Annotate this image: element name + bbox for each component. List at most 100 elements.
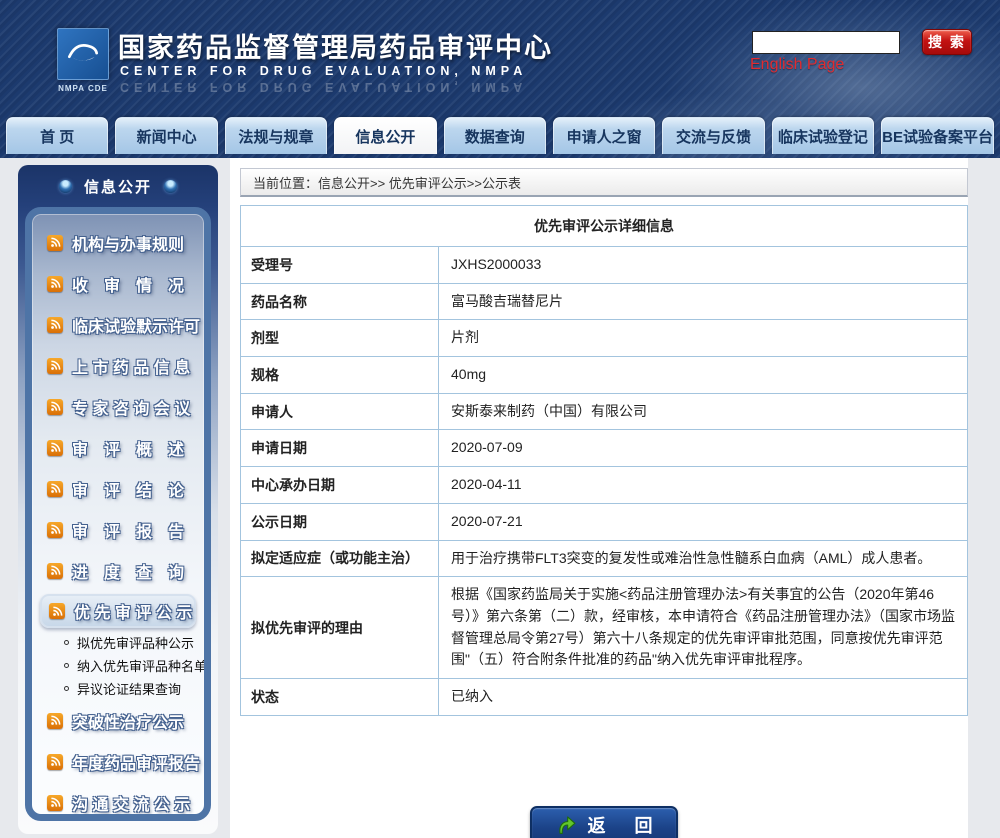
sidebar-subitem-label: 纳入优先审评品种名单 (77, 659, 208, 674)
row-label: 中心承办日期 (240, 466, 439, 504)
sidebar: 信息公开 机构与办事规则 收 审 情 况 临床试验默示许可 上 市 药 品 信 … (18, 165, 218, 834)
sidebar-item-review-conclusion[interactable]: 审 评 结 论 (32, 468, 204, 509)
row-value: 用于治疗携带FLT3突变的复发性或难治性急性髓系白血病（AML）成人患者。 (438, 539, 968, 578)
rss-icon (47, 357, 63, 374)
sidebar-item-breakthrough-therapy[interactable]: 突破性治疗公示 (32, 700, 204, 741)
sidebar-item-clinical-implied-license[interactable]: 临床试验默示许可 (32, 304, 204, 345)
logo-caption: NMPA CDE (58, 84, 108, 93)
breadcrumb: 当前位置：信息公开>> 优先审评公示>>公示表 (240, 168, 968, 197)
table-title-row: 优先审评公示详细信息 (240, 205, 968, 247)
row-value: 2020-07-21 (438, 502, 968, 541)
tab-regulations[interactable]: 法规与规章 (224, 117, 328, 154)
sidebar-item-annual-report[interactable]: 年度药品审评报告 (32, 741, 204, 782)
sidebar-header-label: 信息公开 (83, 178, 152, 196)
site-subtitle-reflection: CENTER FOR DRUG EVALUATION, NMPA (120, 80, 528, 94)
table-row: 剂型 片剂 (240, 319, 968, 358)
sidebar-item-label: 突破性治疗公示 (72, 714, 185, 732)
rss-icon (47, 439, 63, 456)
sidebar-item-org-rules[interactable]: 机构与办事规则 (32, 222, 204, 263)
sidebar-panel: 机构与办事规则 收 审 情 况 临床试验默示许可 上 市 药 品 信 息 专 家… (25, 207, 211, 821)
sidebar-item-communication-publicity[interactable]: 沟 通 交 流 公 示 (32, 782, 204, 814)
button-area: 返 回 (240, 790, 968, 838)
sidebar-item-label: 审 评 结 论 (72, 482, 185, 500)
sidebar-subitem-label: 异议论证结果查询 (77, 682, 182, 697)
sidebar-item-label: 年度药品审评报告 (72, 755, 201, 773)
main-nav: 首 页 新闻中心 法规与规章 信息公开 数据查询 申请人之窗 交流与反馈 临床试… (6, 117, 994, 154)
table-row: 药品名称 富马酸吉瑞替尼片 (240, 282, 968, 321)
site-title: 国家药品监督管理局药品审评中心 (118, 33, 553, 63)
row-value: 已纳入 (438, 677, 968, 716)
sidebar-item-review-report[interactable]: 审 评 报 告 (32, 509, 204, 550)
rss-icon (47, 521, 63, 538)
row-label: 状态 (240, 677, 439, 716)
rss-icon (49, 603, 65, 619)
cde-logo[interactable]: NMPA CDE (54, 28, 112, 93)
rss-icon (47, 480, 63, 497)
site-header: NMPA CDE 国家药品监督管理局药品审评中心 CENTER FOR DRUG… (0, 0, 1000, 158)
sidebar-item-priority-review-publicity[interactable]: 优 先 审 评 公 示 (40, 594, 196, 628)
search-input[interactable] (752, 31, 900, 54)
table-row: 规格 40mg (240, 356, 968, 394)
row-label: 规格 (240, 356, 439, 394)
sidebar-subitem-objection-result-query[interactable]: 异议论证结果查询 (32, 677, 204, 700)
tab-clinical-trial-registry[interactable]: 临床试验登记 (771, 117, 875, 154)
bullet-icon (64, 640, 69, 645)
sidebar-item-label: 临床试验默示许可 (72, 318, 201, 336)
detail-table: 优先审评公示详细信息 受理号 JXHS2000033 药品名称 富马酸吉瑞替尼片… (240, 205, 968, 716)
row-label: 公示日期 (240, 502, 439, 541)
row-label: 拟定适应症（或功能主治） (240, 539, 439, 578)
row-label: 剂型 (240, 319, 439, 358)
table-row: 受理号 JXHS2000033 (240, 246, 968, 284)
table-row: 公示日期 2020-07-21 (240, 502, 968, 541)
table-row: 状态 已纳入 (240, 677, 968, 716)
sidebar-item-progress-query[interactable]: 进 度 查 询 (32, 550, 204, 591)
table-row: 申请人 安斯泰来制药（中国）有限公司 (240, 392, 968, 431)
sidebar-item-acceptance-review[interactable]: 收 审 情 况 (32, 263, 204, 304)
sidebar-item-review-overview[interactable]: 审 评 概 述 (32, 427, 204, 468)
tab-be-platform[interactable]: BE试验备案平台 (881, 117, 994, 154)
rss-icon (47, 398, 63, 415)
page: NMPA CDE 国家药品监督管理局药品审评中心 CENTER FOR DRUG… (0, 0, 1000, 838)
sidebar-item-label: 审 评 报 告 (72, 523, 185, 541)
sidebar-item-expert-consultation[interactable]: 专 家 咨 询 会 议 (32, 386, 204, 427)
row-value: JXHS2000033 (438, 246, 968, 284)
sidebar-item-label: 上 市 药 品 信 息 (72, 359, 191, 377)
row-value: 2020-07-09 (438, 429, 968, 468)
row-label: 申请人 (240, 392, 439, 431)
rss-icon (47, 316, 63, 333)
bullet-icon (64, 663, 69, 668)
sidebar-subitem-included-priority-list[interactable]: 纳入优先审评品种名单 (32, 654, 204, 677)
table-row: 申请日期 2020-07-09 (240, 429, 968, 468)
main-content: 当前位置：信息公开>> 优先审评公示>>公示表 优先审评公示详细信息 受理号 J… (230, 158, 968, 838)
rss-icon (47, 794, 63, 811)
row-label: 拟优先审评的理由 (240, 576, 439, 679)
english-page-link[interactable]: English Page (750, 56, 844, 74)
tab-data-query[interactable]: 数据查询 (443, 117, 546, 154)
table-row: 拟定适应症（或功能主治） 用于治疗携带FLT3突变的复发性或难治性急性髓系白血病… (240, 539, 968, 578)
row-value: 安斯泰来制药（中国）有限公司 (438, 392, 968, 431)
sidebar-item-label: 收 审 情 况 (72, 277, 185, 295)
sidebar-subitem-proposed-priority-list[interactable]: 拟优先审评品种公示 (32, 631, 204, 654)
sidebar-item-label: 审 评 概 述 (72, 441, 185, 459)
sidebar-menu: 机构与办事规则 收 审 情 况 临床试验默示许可 上 市 药 品 信 息 专 家… (32, 214, 204, 814)
rss-icon (47, 234, 63, 251)
tab-feedback[interactable]: 交流与反馈 (662, 117, 765, 154)
tab-news[interactable]: 新闻中心 (115, 117, 218, 154)
green-return-arrow-icon (559, 816, 576, 835)
sidebar-header: 信息公开 (18, 165, 218, 207)
sidebar-item-label: 专 家 咨 询 会 议 (72, 400, 191, 418)
tab-info-disclosure[interactable]: 信息公开 (334, 117, 437, 154)
back-button[interactable]: 返 回 (530, 806, 678, 838)
row-label: 药品名称 (240, 282, 439, 321)
tab-home[interactable]: 首 页 (6, 117, 109, 154)
sidebar-item-marketed-drug-info[interactable]: 上 市 药 品 信 息 (32, 345, 204, 386)
table-row: 中心承办日期 2020-04-11 (240, 466, 968, 504)
table-row: 拟优先审评的理由 根据《国家药监局关于实施<药品注册管理办法>有关事宜的公告（2… (240, 576, 968, 679)
row-value: 片剂 (438, 319, 968, 358)
bullet-icon (64, 686, 69, 691)
sphere-icon (164, 179, 177, 193)
tab-applicant-window[interactable]: 申请人之窗 (552, 117, 656, 154)
sidebar-item-label: 进 度 查 询 (72, 564, 185, 582)
search-button[interactable]: 搜 索 (922, 29, 972, 55)
cde-logo-icon (57, 28, 109, 80)
